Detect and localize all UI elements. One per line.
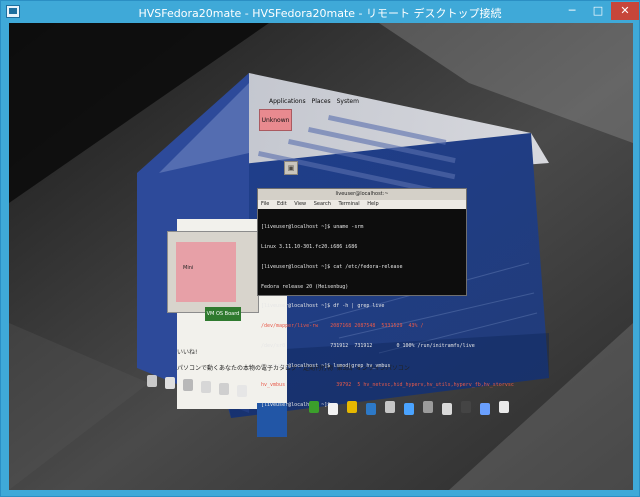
- taskbar-icon[interactable]: [219, 383, 229, 395]
- vm-os-badge: VM OS Board: [205, 307, 241, 321]
- dock-icon[interactable]: [347, 401, 357, 413]
- minimize-icon: ─: [568, 4, 576, 17]
- trash-icon[interactable]: ▣: [284, 161, 298, 175]
- remote-desktop-window: HVSFedora20mate - HVSFedora20mate - リモート…: [0, 0, 640, 497]
- dock-icon[interactable]: [480, 403, 490, 415]
- dock-icon[interactable]: [309, 401, 319, 413]
- terminal-window[interactable]: liveuser@localhost:~ File Edit View Sear…: [257, 188, 514, 408]
- terminal-line: /dev/sr0 731912 731912 0 100% /run/initr…: [261, 342, 475, 349]
- terminal-line: [liveuser@localhost ~]$ lsmod|grep hv_vm…: [261, 362, 391, 369]
- terminal-line: [liveuser@localhost ~]$ uname -srm: [261, 224, 364, 231]
- close-icon: ✕: [620, 4, 630, 17]
- dock-icon[interactable]: [461, 401, 471, 413]
- terminal-menu-search[interactable]: Search: [314, 201, 331, 207]
- minimize-button[interactable]: ─: [559, 2, 585, 20]
- taskbar-icon[interactable]: [237, 385, 247, 397]
- terminal-line: /dev/mapper/live-rw 2087168 2087548 5331…: [261, 323, 424, 330]
- bottom-dock: [309, 393, 529, 423]
- taskbar-icon[interactable]: [165, 377, 175, 389]
- maximize-icon: □: [592, 4, 604, 17]
- dock-icon[interactable]: [404, 403, 414, 415]
- dock-icon[interactable]: [442, 403, 452, 415]
- terminal-line: [liveuser@localhost ~]$ cat /etc/fedora-…: [261, 263, 403, 270]
- left-ok-text: いいね!: [177, 349, 198, 356]
- terminal-line: Linux 3.11.10-301.fc20.i686 i686: [261, 243, 358, 250]
- titlebar[interactable]: HVSFedora20mate - HVSFedora20mate - リモート…: [1, 1, 639, 23]
- dock-icon[interactable]: [328, 403, 338, 415]
- taskbar-icon[interactable]: [183, 379, 193, 391]
- terminal-line: [liveuser@localhost ~]$ df -h | grep liv…: [261, 303, 385, 310]
- maximize-button[interactable]: □: [585, 2, 611, 20]
- dock-icon[interactable]: [499, 401, 509, 413]
- dock-icon[interactable]: [366, 403, 376, 415]
- dock-icon[interactable]: [385, 401, 395, 413]
- unknown-badge: Unknown: [259, 109, 292, 131]
- terminal-menu: File Edit View Search Terminal Help: [258, 200, 466, 209]
- taskbar-icon[interactable]: [201, 381, 211, 393]
- terminal-menu-edit[interactable]: Edit: [277, 201, 287, 207]
- terminal-line: Fedora release 20 (Heisenbug): [261, 283, 349, 290]
- taskbar-icon[interactable]: [147, 375, 157, 387]
- terminal-menu-help[interactable]: Help: [367, 201, 378, 207]
- terminal-title: liveuser@localhost:~: [258, 189, 466, 200]
- menu-places[interactable]: Places: [312, 98, 331, 105]
- guest-panel-menu: Applications Places System: [269, 98, 363, 105]
- window-title: HVSFedora20mate - HVSFedora20mate - リモート…: [138, 7, 502, 20]
- left-taskbar: [147, 375, 297, 433]
- remote-desktop-area[interactable]: Applications Places System Unknown ▣ Min…: [9, 23, 633, 490]
- left-dialog-label: Mini: [183, 265, 194, 271]
- close-button[interactable]: ✕: [611, 2, 639, 20]
- terminal-menu-file[interactable]: File: [261, 201, 269, 207]
- left-dialog-image: [176, 242, 236, 302]
- left-dialog: Mini: [167, 231, 259, 313]
- terminal-menu-terminal[interactable]: Terminal: [339, 201, 360, 207]
- dock-icon[interactable]: [423, 401, 433, 413]
- menu-applications[interactable]: Applications: [269, 98, 306, 105]
- terminal-menu-view[interactable]: View: [294, 201, 306, 207]
- menu-system[interactable]: System: [337, 98, 359, 105]
